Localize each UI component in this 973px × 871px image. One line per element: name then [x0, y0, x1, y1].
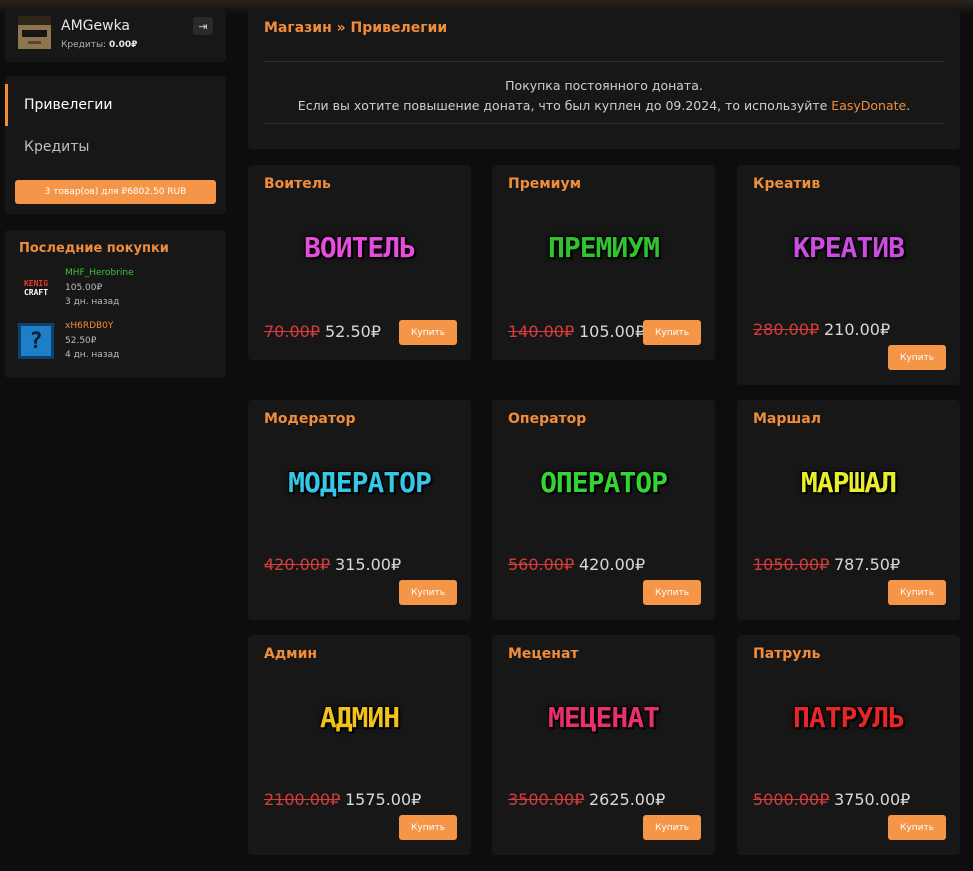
product-logo: МОДЕРАТОР	[288, 466, 432, 499]
product-logo: МАРШАЛ	[800, 466, 897, 499]
credits-balance: Кредиты: 0.00₽	[61, 40, 137, 50]
product-logo: МЕЦЕНАТ	[547, 701, 660, 734]
product-logo: ПАТРУЛЬ	[792, 701, 905, 734]
product-title: Меценат	[508, 646, 579, 662]
product-logo: ВОИТЕЛЬ	[303, 231, 416, 264]
old-price: 420.00₽	[264, 555, 331, 574]
sidebar-nav: Привелегии Кредиты 3 товар(ов) для ₽6802…	[5, 76, 226, 214]
sidebar-item-label: Кредиты	[24, 139, 90, 155]
purchase-time: 3 дн. назад	[65, 297, 120, 307]
new-price: 3750.00₽	[834, 790, 911, 809]
buy-button[interactable]: Купить	[643, 580, 701, 605]
sidebar-item-label: Привелегии	[24, 97, 113, 113]
avatar-sunglasses	[22, 30, 47, 37]
product-title: Патруль	[753, 646, 821, 662]
product-title: Премиум	[508, 176, 582, 192]
product-logo: ОПЕРАТОР	[540, 466, 668, 499]
buy-button[interactable]: Купить	[888, 580, 946, 605]
product-card: Креатив КРЕАТИВ 280.00₽ 210.00₽ Купить	[737, 165, 960, 385]
product-title: Оператор	[508, 411, 587, 427]
buy-button[interactable]: Купить	[643, 815, 701, 840]
profile-panel: AMGewka Кредиты: 0.00₽ ⇥	[5, 8, 226, 62]
sidebar-item-privileges[interactable]: Привелегии	[5, 84, 226, 126]
product-title: Модератор	[264, 411, 356, 427]
sidebar-item-credits[interactable]: Кредиты	[5, 126, 226, 168]
credits-value: 0.00₽	[108, 40, 138, 50]
product-card: Модератор МОДЕРАТОР 420.00₽ 315.00₽ Купить	[248, 400, 471, 620]
product-logo: КРЕАТИВ	[792, 231, 905, 264]
breadcrumb[interactable]: Магазин » Привелегии	[264, 20, 447, 36]
avatar-hair	[18, 16, 51, 25]
avatar[interactable]	[18, 16, 51, 49]
new-price: 52.50₽	[325, 322, 381, 341]
purchase-username[interactable]: MHF_Herobrine	[65, 268, 134, 278]
old-price: 5000.00₽	[753, 790, 830, 809]
product-title: Креатив	[753, 176, 821, 192]
recent-purchases-title: Последние покупки	[19, 241, 169, 256]
product-title: Маршал	[753, 411, 821, 427]
old-price: 70.00₽	[264, 322, 320, 341]
new-price: 420.00₽	[579, 555, 646, 574]
product-card: Воитель ВОИТЕЛЬ 70.00₽ 52.50₽ Купить	[248, 165, 471, 360]
purchase-time: 4 дн. назад	[65, 350, 120, 360]
info-notice: Покупка постоянного доната. Если вы хоти…	[264, 61, 944, 124]
product-logo: АДМИН	[319, 701, 400, 734]
new-price: 2625.00₽	[589, 790, 666, 809]
product-card: Меценат МЕЦЕНАТ 3500.00₽ 2625.00₽ Купить	[492, 635, 715, 855]
buy-button[interactable]: Купить	[399, 320, 457, 345]
product-title: Админ	[264, 646, 318, 662]
product-card: Премиум ПРЕМИУМ 140.00₽ 105.00₽ Купить	[492, 165, 715, 360]
buy-button[interactable]: Купить	[888, 815, 946, 840]
purchase-price: 52.50₽	[65, 336, 97, 346]
new-price: 1575.00₽	[345, 790, 422, 809]
recent-purchases-panel: Последние покупки KENIG CRAFT MHF_Herobr…	[5, 230, 226, 378]
logo-line-1: KENIG	[23, 279, 49, 288]
easydonate-link[interactable]: EasyDonate	[831, 98, 906, 113]
question-mark-icon: ?	[18, 323, 54, 359]
new-price: 787.50₽	[834, 555, 901, 574]
product-card: Маршал МАРШАЛ 1050.00₽ 787.50₽ Купить	[737, 400, 960, 620]
avatar-mouth	[28, 41, 41, 44]
product-card: Оператор ОПЕРАТОР 560.00₽ 420.00₽ Купить	[492, 400, 715, 620]
credits-label: Кредиты:	[61, 40, 107, 50]
shop-header: Магазин » Привелегии Покупка постоянного…	[248, 8, 960, 149]
old-price: 2100.00₽	[264, 790, 341, 809]
list-item: KENIG CRAFT MHF_Herobrine 105.00₽ 3 дн. …	[18, 268, 218, 312]
new-price: 315.00₽	[335, 555, 402, 574]
cart-button[interactable]: 3 товар(ов) для ₽6802.50 RUB	[15, 180, 216, 204]
product-title: Воитель	[264, 176, 331, 192]
username: AMGewka	[61, 18, 131, 34]
kenigcraft-logo-icon: KENIG CRAFT	[18, 270, 54, 306]
old-price: 140.00₽	[508, 322, 575, 341]
product-card: Патруль ПАТРУЛЬ 5000.00₽ 3750.00₽ Купить	[737, 635, 960, 855]
new-price: 210.00₽	[824, 320, 891, 339]
info-text: Если вы хотите повышение доната, что был…	[297, 98, 828, 113]
info-end: .	[906, 98, 911, 113]
info-line-1: Покупка постоянного доната.	[505, 78, 703, 93]
logout-button[interactable]: ⇥	[193, 17, 213, 35]
buy-button[interactable]: Купить	[399, 580, 457, 605]
old-price: 1050.00₽	[753, 555, 830, 574]
buy-button[interactable]: Купить	[888, 345, 946, 370]
purchase-price: 105.00₽	[65, 283, 103, 293]
logout-icon: ⇥	[198, 19, 208, 33]
old-price: 560.00₽	[508, 555, 575, 574]
purchase-username[interactable]: xH6RDB0Y	[65, 321, 113, 331]
list-item: ? xH6RDB0Y 52.50₽ 4 дн. назад	[18, 321, 218, 365]
old-price: 280.00₽	[753, 320, 820, 339]
new-price: 105.00₽	[579, 322, 646, 341]
buy-button[interactable]: Купить	[399, 815, 457, 840]
logo-line-2: CRAFT	[23, 288, 49, 297]
product-logo: ПРЕМИУМ	[547, 231, 660, 264]
old-price: 3500.00₽	[508, 790, 585, 809]
info-line-2: Если вы хотите повышение доната, что был…	[264, 96, 944, 116]
product-card: Админ АДМИН 2100.00₽ 1575.00₽ Купить	[248, 635, 471, 855]
buy-button[interactable]: Купить	[643, 320, 701, 345]
